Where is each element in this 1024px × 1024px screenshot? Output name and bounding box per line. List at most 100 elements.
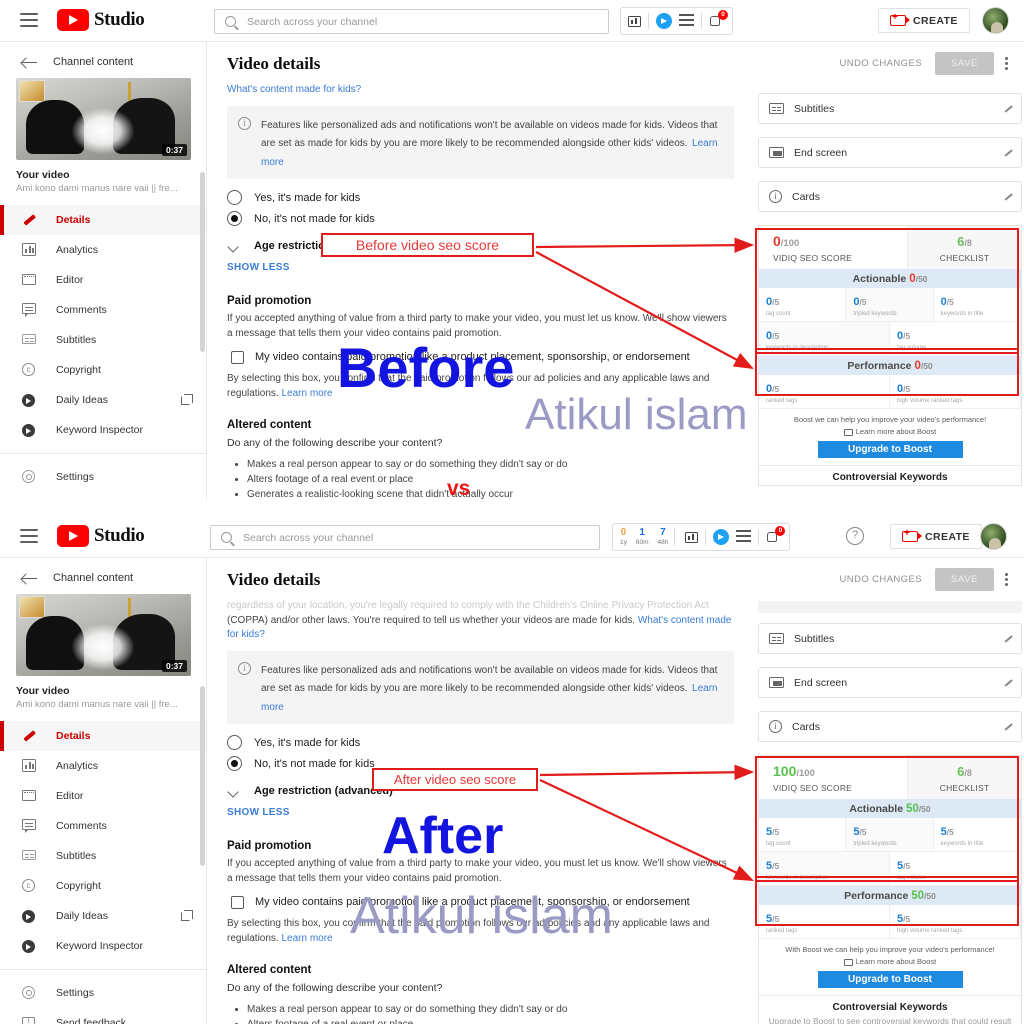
checklist-block[interactable]: 6/8 CHECKLIST — [907, 226, 1021, 269]
comment-icon — [22, 303, 37, 317]
search-input[interactable]: Search across your channel — [214, 9, 609, 34]
sidebar-item-settings[interactable]: Settings — [0, 462, 206, 492]
back-arrow-icon[interactable] — [22, 573, 37, 583]
edit-pencil-icon[interactable] — [1004, 634, 1013, 643]
sidebar-item-copyright[interactable]: c Copyright — [0, 871, 206, 901]
radio-made-for-kids-yes[interactable]: Yes, it's made for kids — [227, 190, 734, 205]
breadcrumb[interactable]: Channel content — [0, 42, 206, 78]
video-thumbnail-wrapper[interactable]: 0:37 — [0, 78, 206, 160]
list-lines-icon[interactable] — [679, 13, 694, 29]
help-icon[interactable]: ? — [846, 527, 864, 545]
bar-chart-icon — [22, 759, 37, 773]
sidebar-item-keyword-inspector[interactable]: Keyword Inspector — [0, 415, 206, 445]
end-screen-card[interactable]: End screen — [758, 137, 1022, 168]
sidebar-item-details[interactable]: Details — [0, 721, 206, 751]
edit-pencil-icon[interactable] — [1004, 192, 1013, 201]
sidebar-item-subtitles[interactable]: Subtitles — [0, 841, 206, 871]
subtitles-icon — [769, 103, 784, 114]
list-item: Generates a realistic-looking scene that… — [247, 487, 734, 501]
back-arrow-icon[interactable] — [22, 57, 37, 67]
vidiq-logo-icon[interactable] — [656, 13, 672, 29]
sidebar-scrollbar-thumb[interactable] — [200, 172, 205, 352]
subtitles-card[interactable]: Subtitles — [758, 623, 1022, 654]
coppa-link-tail[interactable]: What's content made for kids? — [227, 83, 734, 98]
vidiq-logo-icon[interactable] — [713, 529, 730, 545]
create-button[interactable]: CREATE — [878, 8, 970, 33]
sidebar-item-comments[interactable]: Comments — [0, 811, 206, 841]
boost-learn-more[interactable]: Learn more about Boost — [765, 957, 1015, 966]
vidiq-toolbar-after[interactable]: 0 1y 1 60m 7 48h 0 — [612, 523, 791, 551]
sidebar-item-subtitles[interactable]: Subtitles — [0, 325, 206, 355]
subtitles-card[interactable]: Subtitles — [758, 93, 1022, 124]
end-screen-card[interactable]: End screen — [758, 667, 1022, 698]
checkbox-icon[interactable] — [231, 351, 244, 364]
sidebar-scrollbar-thumb[interactable] — [200, 686, 205, 866]
video-thumbnail-wrapper[interactable]: 0:37 — [0, 594, 206, 676]
list-lines-icon[interactable] — [736, 529, 752, 545]
more-options-icon[interactable] — [1005, 55, 1008, 72]
sidebar-item-editor[interactable]: Editor — [0, 781, 206, 811]
sidebar-item-daily-ideas[interactable]: Daily Ideas — [0, 385, 206, 415]
more-options-icon[interactable] — [1005, 571, 1008, 588]
sidebar-item-daily-ideas[interactable]: Daily Ideas — [0, 901, 206, 931]
card-label: End screen — [794, 676, 848, 689]
upgrade-to-boost-button[interactable]: Upgrade to Boost — [817, 441, 963, 458]
checkbox-icon[interactable] — [231, 896, 244, 909]
youtube-studio-logo[interactable]: Studio — [57, 525, 145, 547]
cards-card[interactable]: i Cards — [758, 181, 1022, 212]
notification-bell-icon[interactable]: 0 — [766, 526, 786, 545]
edit-pencil-icon[interactable] — [1004, 148, 1013, 157]
sidebar-item-keyword-inspector[interactable]: Keyword Inspector — [0, 931, 206, 961]
paid-promotion-note-link[interactable]: Learn more — [281, 388, 332, 399]
save-button[interactable]: SAVE — [934, 568, 994, 591]
coppa-line-1: regardless of your location, you're lega… — [227, 600, 709, 611]
edit-pencil-icon[interactable] — [1004, 678, 1013, 687]
vidiq-toolbar-before[interactable]: 0 — [620, 7, 733, 35]
sidebar-item-analytics[interactable]: Analytics — [0, 751, 206, 781]
upgrade-to-boost-button[interactable]: Upgrade to Boost — [817, 971, 963, 988]
vidiq-stats-icon[interactable] — [628, 15, 641, 27]
video-thumbnail[interactable]: 0:37 — [16, 78, 191, 160]
sidebar-item-details[interactable]: Details — [0, 205, 206, 235]
performance-band: Performance 0/50 — [759, 356, 1021, 375]
vidiq-stats-group[interactable]: 0 1y 1 60m 7 48h — [620, 527, 676, 547]
sidebar-item-analytics[interactable]: Analytics — [0, 235, 206, 265]
radio-made-for-kids-no[interactable]: No, it's not made for kids — [227, 211, 734, 226]
sidebar-item-copyright[interactable]: c Copyright — [0, 355, 206, 385]
altered-content-bullets: Makes a real person appear to say or do … — [247, 1002, 734, 1024]
vidiq-icon — [22, 423, 37, 437]
sidebar-item-label: Copyright — [56, 364, 101, 376]
metric-max: /5 — [903, 384, 911, 394]
stat-label: 48h — [657, 538, 669, 546]
vidiq-stats-icon[interactable] — [685, 531, 699, 543]
radio-made-for-kids-yes[interactable]: Yes, it's made for kids — [227, 735, 734, 750]
create-button[interactable]: CREATE — [890, 524, 982, 549]
youtube-studio-logo[interactable]: Studio — [57, 9, 145, 31]
cards-card[interactable]: i Cards — [758, 711, 1022, 742]
editor-icon — [22, 273, 37, 287]
breadcrumb[interactable]: Channel content — [0, 558, 206, 594]
boost-learn-more[interactable]: Learn more about Boost — [765, 427, 1015, 436]
avatar[interactable] — [980, 523, 1007, 550]
edit-pencil-icon[interactable] — [1004, 104, 1013, 113]
notification-bell-icon[interactable]: 0 — [709, 10, 728, 29]
paid-promotion-note-link[interactable]: Learn more — [281, 933, 332, 944]
sidebar-item-editor[interactable]: Editor — [0, 265, 206, 295]
avatar[interactable] — [982, 7, 1009, 34]
search-input[interactable]: Search across your channel — [210, 525, 600, 550]
show-less-button[interactable]: SHOW LESS — [227, 262, 734, 273]
sidebar-item-send-feedback[interactable]: Send feedback — [0, 1008, 206, 1024]
edit-pencil-icon[interactable] — [1004, 722, 1013, 731]
sidebar-item-comments[interactable]: Comments — [0, 295, 206, 325]
save-button[interactable]: SAVE — [934, 52, 994, 75]
sidebar-item-settings[interactable]: Settings — [0, 978, 206, 1008]
hamburger-menu-icon[interactable] — [20, 529, 38, 543]
checklist-block[interactable]: 6/8 CHECKLIST — [907, 756, 1021, 799]
hamburger-menu-icon[interactable] — [20, 13, 38, 27]
seo-score-max: /100 — [780, 238, 800, 249]
radio-label: Yes, it's made for kids — [254, 736, 361, 749]
undo-changes-button[interactable]: UNDO CHANGES — [840, 58, 922, 69]
panel-gap — [0, 500, 1024, 516]
undo-changes-button[interactable]: UNDO CHANGES — [840, 574, 922, 585]
video-thumbnail[interactable]: 0:37 — [16, 594, 191, 676]
